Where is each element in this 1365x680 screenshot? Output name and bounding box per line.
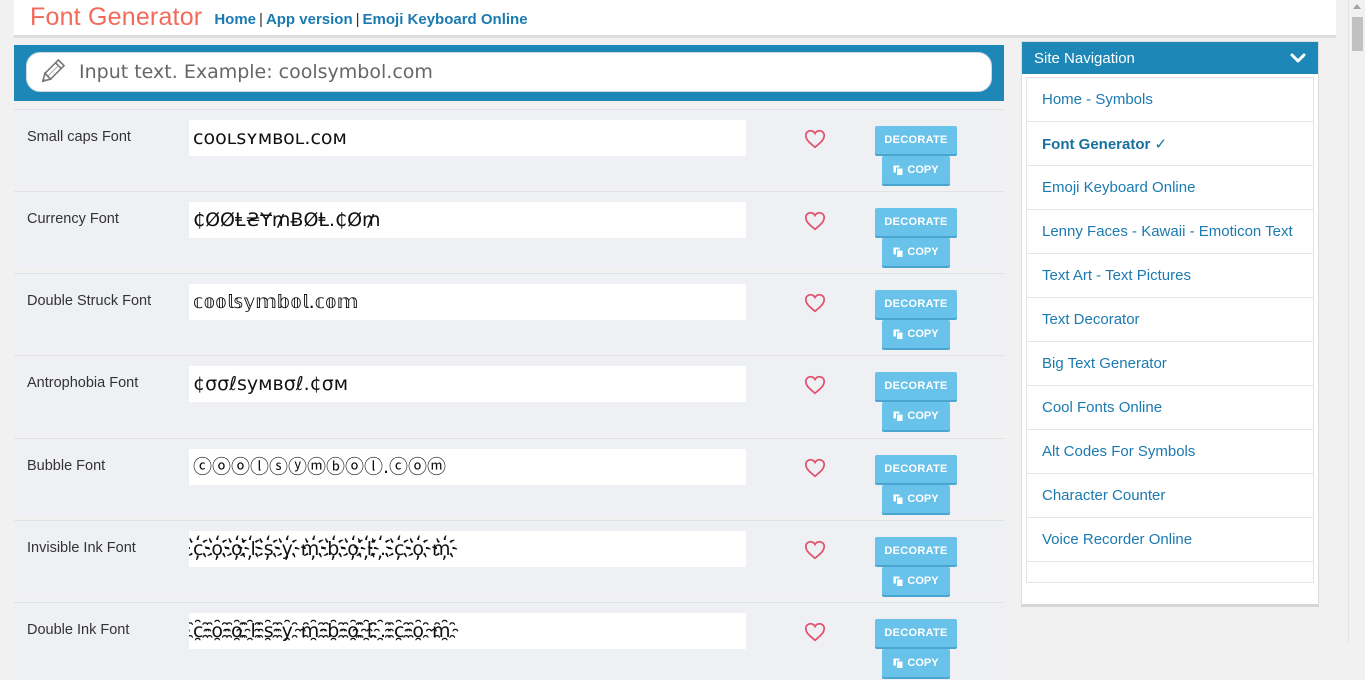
- copy-button-label: COPY: [907, 164, 939, 176]
- top-nav: Home | App version | Emoji Keyboard Online: [214, 7, 527, 28]
- font-row: Currency Font ₵ØØⱠ₴Ɏ₥ɃØⱠ.₵Ø₥ DECORATE COPY: [14, 191, 1004, 269]
- text-input[interactable]: [77, 60, 937, 84]
- font-row-label: Antrophobia Font: [27, 375, 139, 391]
- font-output-field[interactable]: ⓒⓞⓞⓛⓢⓨⓜⓑⓞⓛ.ⓒⓞⓜ: [189, 449, 746, 485]
- brand-title[interactable]: Font Generator: [30, 5, 202, 30]
- site-navigation-title: Site Navigation: [1034, 49, 1135, 67]
- copy-button-label: COPY: [907, 575, 939, 587]
- sidebar-nav-item[interactable]: Home - Symbols: [1027, 78, 1313, 122]
- font-output-field[interactable]: ¢σσℓѕумвσℓ.¢σм: [189, 366, 746, 402]
- nav-separator: |: [259, 11, 263, 28]
- input-bar: [14, 45, 1004, 101]
- font-row: Double Struck Font 𝕔𝕠𝕠𝕝𝕤𝕪𝕞𝕓𝕠𝕝.𝕔𝕠𝕞 DECORATE…: [14, 273, 1004, 351]
- copy-icon: [893, 576, 904, 587]
- heart-icon[interactable]: [804, 539, 826, 561]
- copy-icon: [893, 494, 904, 505]
- copy-button-label: COPY: [907, 493, 939, 505]
- sidebar-nav-item[interactable]: Big Text Generator: [1027, 342, 1313, 386]
- scroll-up-arrow-icon[interactable]: [1353, 4, 1361, 9]
- sidebar-nav-item[interactable]: Alt Codes For Symbols: [1027, 430, 1313, 474]
- copy-button[interactable]: COPY: [882, 649, 950, 677]
- sidebar-nav-item[interactable]: Emoji Keyboard Online: [1027, 166, 1313, 210]
- font-row-label: Bubble Font: [27, 458, 106, 474]
- decorate-button[interactable]: DECORATE: [875, 372, 957, 400]
- font-row-label: Small caps Font: [27, 129, 131, 145]
- font-output-field[interactable]: 𝕔𝕠𝕠𝕝𝕤𝕪𝕞𝕓𝕠𝕝.𝕔𝕠𝕞: [189, 284, 746, 320]
- sidebar-list-spacer: [1027, 562, 1313, 582]
- font-row-label: Currency Font: [27, 211, 119, 227]
- decorate-button[interactable]: DECORATE: [875, 290, 957, 318]
- chevron-down-icon[interactable]: [1290, 52, 1306, 64]
- font-row: Invisible Ink Font c҉o҉o҉l҉s҉y҉m҉b҉o҉l҉.҉…: [14, 520, 1004, 598]
- font-row: Bubble Font ⓒⓞⓞⓛⓢⓨⓜⓑⓞⓛ.ⓒⓞⓜ DECORATE COPY: [14, 438, 1004, 516]
- text-input-box[interactable]: [26, 52, 992, 92]
- heart-icon[interactable]: [804, 374, 826, 396]
- sidebar-nav-item[interactable]: Text Decorator: [1027, 298, 1313, 342]
- sidebar-nav-item[interactable]: Character Counter: [1027, 474, 1313, 518]
- site-navigation-panel: Site Navigation Home - Symbols Font Gener…: [1021, 41, 1319, 607]
- nav-home-link[interactable]: Home: [214, 11, 256, 28]
- sidebar-nav-item[interactable]: Cool Fonts Online: [1027, 386, 1313, 430]
- heart-icon[interactable]: [804, 210, 826, 232]
- copy-button-label: COPY: [907, 657, 939, 669]
- font-output-field[interactable]: c҈o҈o҈l҈s҈y҈m҈b҈o҈l҈.҈c҈o҈m҈: [189, 613, 746, 649]
- font-row: Small caps Font ᴄᴏᴏʟsʏᴍʙᴏʟ.ᴄᴏᴍ DECORATE COP…: [14, 109, 1004, 187]
- copy-button[interactable]: COPY: [882, 320, 950, 348]
- copy-button[interactable]: COPY: [882, 238, 950, 266]
- decorate-button[interactable]: DECORATE: [875, 455, 957, 483]
- top-header: Font Generator Home | App version | Emoji Ke…: [14, 0, 1336, 38]
- sidebar-nav-item[interactable]: Text Art - Text Pictures: [1027, 254, 1313, 298]
- font-row: Double Ink Font c҈o҈o҈l҈s҈y҈m҈b҈o҈l҈.҈c҈o…: [14, 602, 1004, 680]
- copy-icon: [893, 247, 904, 258]
- copy-icon: [893, 329, 904, 340]
- decorate-button[interactable]: DECORATE: [875, 126, 957, 154]
- copy-button[interactable]: COPY: [882, 567, 950, 595]
- sidebar-nav-item[interactable]: Voice Recorder Online: [1027, 518, 1313, 562]
- site-navigation-header[interactable]: Site Navigation: [1022, 42, 1318, 74]
- font-output-field[interactable]: ᴄᴏᴏʟsʏᴍʙᴏʟ.ᴄᴏᴍ: [189, 120, 746, 156]
- font-output-field[interactable]: ₵ØØⱠ₴Ɏ₥ɃØⱠ.₵Ø₥: [189, 202, 746, 238]
- copy-icon: [893, 658, 904, 669]
- page-scrollbar[interactable]: [1348, 0, 1365, 642]
- heart-icon[interactable]: [804, 457, 826, 479]
- sidebar-nav-item[interactable]: Lenny Faces - Kawaii - Emoticon Text: [1027, 210, 1313, 254]
- heart-icon[interactable]: [804, 621, 826, 643]
- copy-button[interactable]: COPY: [882, 156, 950, 184]
- pencil-icon: [41, 58, 66, 83]
- sidebar-nav-item[interactable]: Font Generator ✓: [1027, 122, 1313, 166]
- decorate-button[interactable]: DECORATE: [875, 619, 957, 647]
- decorate-button[interactable]: DECORATE: [875, 208, 957, 236]
- copy-button[interactable]: COPY: [882, 485, 950, 513]
- font-row: Antrophobia Font ¢σσℓѕумвσℓ.¢σм DECORATE CO…: [14, 355, 1004, 433]
- copy-button-label: COPY: [907, 328, 939, 340]
- copy-button-label: COPY: [907, 410, 939, 422]
- copy-button-label: COPY: [907, 246, 939, 258]
- font-output-field[interactable]: c҉o҉o҉l҉s҉y҉m҉b҉o҉l҉.҉c҉o҉m҉: [189, 531, 746, 567]
- nav-emoji-keyboard-link[interactable]: Emoji Keyboard Online: [363, 11, 528, 28]
- font-row-label: Invisible Ink Font: [27, 540, 136, 556]
- site-navigation-list: Home - Symbols Font Generator ✓ Emoji Keyb…: [1026, 77, 1314, 583]
- scroll-thumb[interactable]: [1352, 17, 1363, 51]
- heart-icon[interactable]: [804, 292, 826, 314]
- nav-app-version-link[interactable]: App version: [266, 11, 353, 28]
- font-row-label: Double Ink Font: [27, 622, 130, 638]
- copy-icon: [893, 411, 904, 422]
- font-row-label: Double Struck Font: [27, 293, 152, 309]
- decorate-button[interactable]: DECORATE: [875, 537, 957, 565]
- copy-button[interactable]: COPY: [882, 402, 950, 430]
- nav-separator: |: [355, 11, 360, 28]
- copy-icon: [893, 165, 904, 176]
- heart-icon[interactable]: [804, 128, 826, 150]
